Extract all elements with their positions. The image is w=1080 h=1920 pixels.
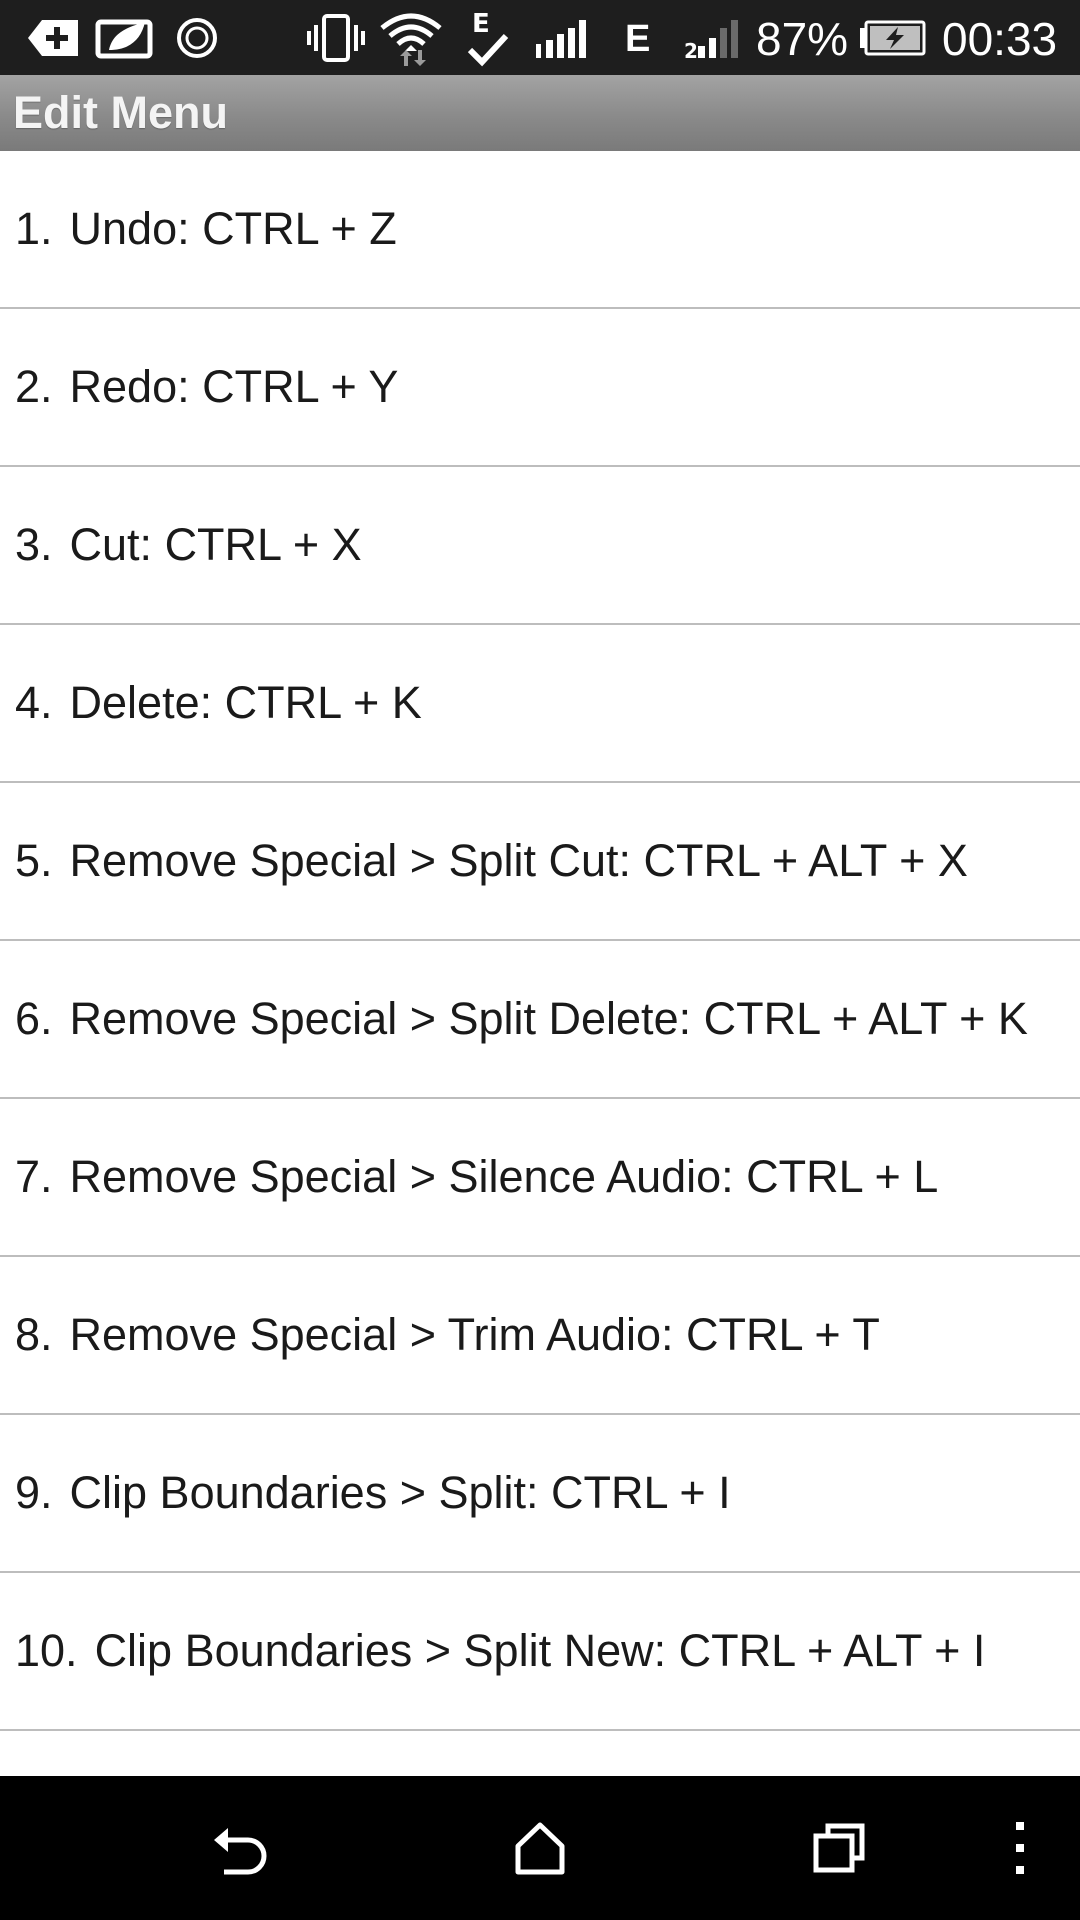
back-icon: [214, 1828, 267, 1875]
add-notification-icon: [26, 10, 82, 66]
page-title: Edit Menu: [13, 87, 228, 138]
list-item-label: Undo: CTRL + Z: [69, 203, 397, 254]
list-item-number: 4.: [15, 677, 53, 728]
list-item-number: 2.: [15, 361, 53, 412]
list-item-9[interactable]: 9. Clip Boundaries > Split: CTRL + I: [0, 1415, 1080, 1573]
list-item-label: Remove Special > Split Cut: CTRL + ALT +…: [69, 835, 968, 886]
list-item-label: Cut: CTRL + X: [69, 519, 362, 570]
leaf-notification-icon: [94, 10, 156, 66]
list-item-label: Clip Boundaries > Split New: CTRL + ALT …: [94, 1625, 986, 1676]
list-item-number: 3.: [15, 519, 53, 570]
list-item-number: 10.: [15, 1625, 78, 1676]
list-item-7[interactable]: 7. Remove Special > Silence Audio: CTRL …: [0, 1099, 1080, 1257]
navigation-bar: [0, 1776, 1080, 1920]
signal-icon: [532, 10, 596, 66]
list-item-label: Clip Boundaries > Split: CTRL + I: [69, 1467, 731, 1518]
data-check-icon: E: [464, 9, 512, 67]
title-bar: Edit Menu: [0, 75, 1080, 151]
circle-notification-icon: [174, 10, 220, 66]
list-item-8[interactable]: 8. Remove Special > Trim Audio: CTRL + T: [0, 1257, 1080, 1415]
home-button[interactable]: [500, 1776, 580, 1920]
list-item-label: Remove Special > Silence Audio: CTRL + L: [69, 1151, 939, 1202]
list-item-4[interactable]: 4. Delete: CTRL + K: [0, 625, 1080, 783]
clock-time: 00:33: [942, 13, 1058, 65]
status-bar: E E 2 87% 00:33: [0, 0, 1080, 75]
battery-charging-icon: [858, 10, 928, 66]
list-item-number: 7.: [15, 1151, 53, 1202]
list-item-label: Remove Special > Split Delete: CTRL + AL…: [69, 993, 1028, 1044]
home-icon: [515, 1822, 565, 1875]
list-item-number: 5.: [15, 835, 53, 886]
overflow-menu-button[interactable]: [1000, 1776, 1040, 1920]
list-item-number: 8.: [15, 1309, 53, 1360]
list-item-number: 1.: [15, 203, 53, 254]
list-item-partial[interactable]: [0, 1731, 1080, 1776]
list-item-number: 9.: [15, 1467, 53, 1518]
list-item-number: 6.: [15, 993, 53, 1044]
vibrate-icon: [306, 10, 366, 66]
list-item-label: Delete: CTRL + K: [69, 677, 422, 728]
recent-apps-button[interactable]: [800, 1776, 880, 1920]
signal-icon-2: 2: [684, 10, 744, 66]
svg-text:2: 2: [684, 39, 698, 60]
shortcut-list[interactable]: 1. Undo: CTRL + Z 2. Redo: CTRL + Y 3. C…: [0, 151, 1080, 1776]
battery-percent: 87%: [756, 13, 849, 65]
back-button[interactable]: [200, 1776, 280, 1920]
list-item-2[interactable]: 2. Redo: CTRL + Y: [0, 309, 1080, 467]
list-item-label: Redo: CTRL + Y: [69, 361, 399, 412]
screen: E E 2 87% 00:33 Edit Menu 1. Undo: CTRL …: [0, 0, 1080, 1920]
svg-text:E: E: [472, 9, 490, 39]
list-item-1[interactable]: 1. Undo: CTRL + Z: [0, 151, 1080, 309]
list-item-6[interactable]: 6. Remove Special > Split Delete: CTRL +…: [0, 941, 1080, 1099]
list-item-label: Remove Special > Trim Audio: CTRL + T: [69, 1309, 880, 1360]
list-item-5[interactable]: 5. Remove Special > Split Cut: CTRL + AL…: [0, 783, 1080, 941]
wifi-icon: [378, 10, 444, 66]
list-item-3[interactable]: 3. Cut: CTRL + X: [0, 467, 1080, 625]
recent-apps-icon: [813, 1823, 865, 1873]
network-type-label-1: E: [625, 18, 651, 60]
overflow-menu-icon: [1016, 1822, 1024, 1874]
list-item-10[interactable]: 10. Clip Boundaries > Split New: CTRL + …: [0, 1573, 1080, 1731]
